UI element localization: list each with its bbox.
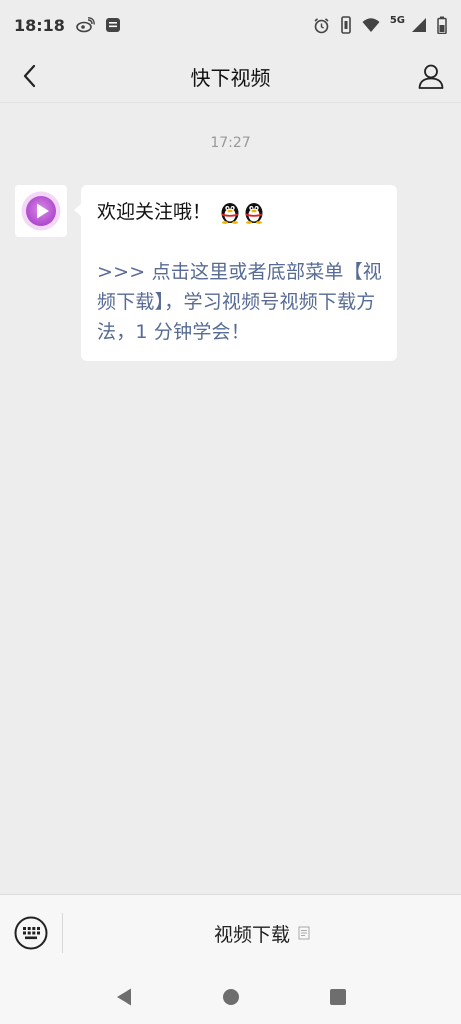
message-app-icon — [105, 17, 121, 33]
menu-video-download[interactable]: 视频下载 — [63, 895, 461, 971]
system-back-button[interactable] — [104, 977, 144, 1017]
square-recents-icon — [329, 989, 346, 1005]
back-button[interactable] — [12, 58, 48, 94]
circle-home-icon — [222, 989, 239, 1005]
keyboard-toggle-button[interactable] — [0, 895, 62, 971]
keyboard-icon — [14, 916, 48, 950]
person-icon — [418, 64, 444, 89]
signal-icon — [411, 17, 427, 33]
weibo-icon — [75, 17, 95, 33]
avatar[interactable] — [15, 185, 67, 237]
system-home-button[interactable] — [211, 977, 251, 1017]
status-time: 18:18 — [14, 15, 65, 35]
status-bar: 18:18 5G — [0, 0, 461, 50]
greeting-text: 欢迎关注哦！ — [97, 201, 212, 223]
vibrate-icon — [340, 16, 352, 34]
tutorial-link[interactable]: >>> 点击这里或者底部菜单【视频下载】，学习视频号视频下载方法，1 分钟学会！ — [97, 257, 383, 347]
message-bubble: 欢迎关注哦！ >>> 点击这里或者底部菜单【视频下载】，学习视频号视频下载方法，… — [74, 185, 397, 361]
page-title: 快下视频 — [190, 65, 271, 90]
wifi-icon — [362, 17, 380, 33]
play-logo-icon — [21, 191, 61, 231]
menu-link-icon — [298, 926, 310, 940]
profile-button[interactable] — [413, 58, 449, 94]
nav-bar: 快下视频 — [0, 50, 461, 103]
battery-icon — [437, 16, 447, 34]
network-type: 5G — [389, 14, 405, 26]
chevron-left-icon — [23, 64, 36, 88]
alarm-icon — [313, 17, 330, 34]
system-recents-button[interactable] — [318, 977, 358, 1017]
bottom-menu-bar: 视频下载 — [0, 894, 461, 971]
menu-item-label: 视频下载 — [213, 923, 290, 946]
qq-penguin-icon — [221, 203, 239, 224]
chat-timestamp: 17:27 — [210, 135, 251, 151]
system-navigation-bar — [0, 970, 461, 1024]
triangle-back-icon — [116, 988, 131, 1006]
qq-penguin-icon — [245, 203, 263, 224]
